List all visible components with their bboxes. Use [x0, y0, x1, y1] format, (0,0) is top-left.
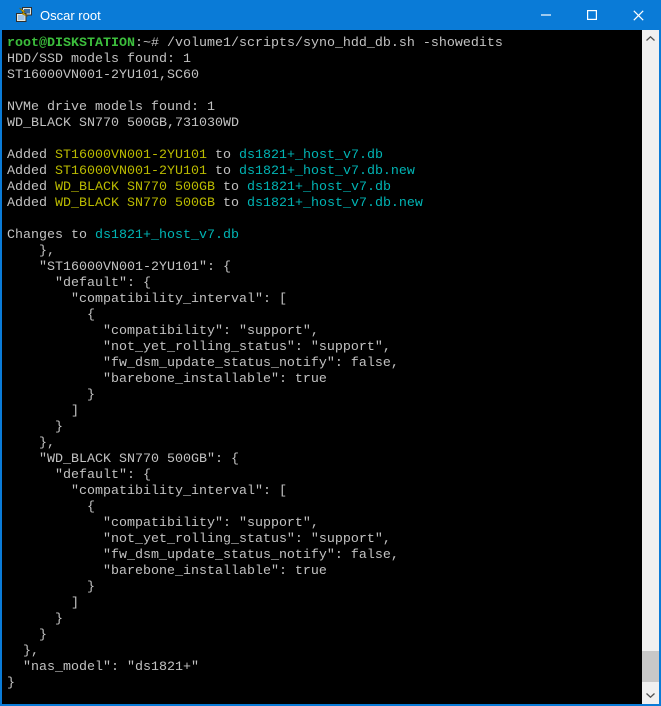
terminal-line: "ST16000VN001-2YU101": {	[7, 260, 642, 276]
terminal-line: "barebone_installable": true	[7, 372, 642, 388]
terminal-line: },	[7, 644, 642, 660]
terminal-line: Changes to ds1821+_host_v7.db	[7, 228, 642, 244]
terminal-screen[interactable]: root@DISKSTATION:~# /volume1/scripts/syn…	[2, 30, 642, 704]
terminal-line: }	[7, 628, 642, 644]
chevron-down-icon	[646, 693, 655, 698]
terminal-line: ]	[7, 596, 642, 612]
terminal-line: root@DISKSTATION:~# /volume1/scripts/syn…	[7, 36, 642, 52]
title-bar[interactable]: Oscar root	[0, 0, 661, 30]
terminal-line: ]	[7, 404, 642, 420]
minimize-button[interactable]	[523, 0, 569, 30]
terminal-line: "default": {	[7, 276, 642, 292]
scroll-up-button[interactable]	[642, 30, 659, 47]
terminal-line	[7, 212, 642, 228]
terminal-line: HDD/SSD models found: 1	[7, 52, 642, 68]
putty-terminal-icon[interactable]	[16, 7, 32, 23]
terminal-line: },	[7, 244, 642, 260]
terminal-line	[7, 84, 642, 100]
close-button[interactable]	[615, 0, 661, 30]
scrollbar-thumb[interactable]	[642, 651, 659, 682]
caption-buttons	[523, 0, 661, 30]
terminal-line: "compatibility": "support",	[7, 324, 642, 340]
minimize-icon	[541, 10, 551, 20]
maximize-button[interactable]	[569, 0, 615, 30]
terminal-line: "nas_model": "ds1821+"	[7, 660, 642, 676]
terminal-line: "default": {	[7, 468, 642, 484]
terminal-line: {	[7, 308, 642, 324]
terminal-line: }	[7, 612, 642, 628]
terminal-line: WD_BLACK SN770 500GB,731030WD	[7, 116, 642, 132]
terminal-line: "not_yet_rolling_status": "support",	[7, 340, 642, 356]
scrollbar[interactable]	[642, 30, 659, 704]
terminal-line: "compatibility": "support",	[7, 516, 642, 532]
terminal-line: }	[7, 580, 642, 596]
terminal-line: }	[7, 420, 642, 436]
maximize-icon	[587, 10, 597, 20]
terminal-line: Added ST16000VN001-2YU101 to ds1821+_hos…	[7, 148, 642, 164]
scroll-down-button[interactable]	[642, 687, 659, 704]
terminal-line: "barebone_installable": true	[7, 564, 642, 580]
terminal-line: {	[7, 500, 642, 516]
terminal-line: }	[7, 676, 642, 692]
terminal-line: "fw_dsm_update_status_notify": false,	[7, 548, 642, 564]
terminal-line: NVMe drive models found: 1	[7, 100, 642, 116]
terminal-line: "compatibility_interval": [	[7, 484, 642, 500]
terminal-line: Added ST16000VN001-2YU101 to ds1821+_hos…	[7, 164, 642, 180]
terminal-line: "fw_dsm_update_status_notify": false,	[7, 356, 642, 372]
terminal-output: root@DISKSTATION:~# /volume1/scripts/syn…	[7, 36, 642, 692]
terminal-line: "not_yet_rolling_status": "support",	[7, 532, 642, 548]
terminal-line: "WD_BLACK SN770 500GB": {	[7, 452, 642, 468]
terminal-line: ST16000VN001-2YU101,SC60	[7, 68, 642, 84]
terminal-line: }	[7, 388, 642, 404]
close-icon	[633, 10, 644, 21]
terminal-line: "compatibility_interval": [	[7, 292, 642, 308]
terminal-line: Added WD_BLACK SN770 500GB to ds1821+_ho…	[7, 196, 642, 212]
putty-window: Oscar root root@DISKSTATION:~# /	[0, 0, 661, 706]
window-client-area: root@DISKSTATION:~# /volume1/scripts/syn…	[2, 30, 659, 704]
terminal-line	[7, 132, 642, 148]
terminal-line: },	[7, 436, 642, 452]
terminal-line: Added WD_BLACK SN770 500GB to ds1821+_ho…	[7, 180, 642, 196]
chevron-up-icon	[646, 36, 655, 41]
window-title: Oscar root	[40, 8, 523, 23]
